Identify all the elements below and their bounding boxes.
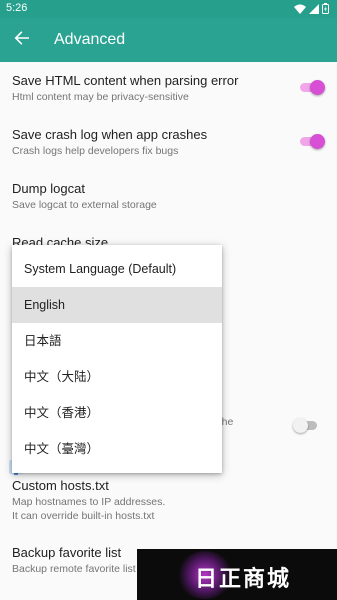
setting-title: Save crash log when app crashes	[12, 127, 208, 142]
setting-summary: Map hostnames to IP addresses.	[12, 496, 166, 508]
setting-summary: Crash logs help developers fix bugs	[12, 145, 179, 157]
language-option-japanese[interactable]: 日本語	[12, 323, 222, 359]
setting-summary: Html content may be privacy-sensitive	[12, 91, 189, 103]
save-crash-log-switch[interactable]	[298, 134, 325, 149]
language-option-chinese-hongkong[interactable]: 中文（香港）	[12, 395, 222, 431]
obscured-setting-switch[interactable]	[293, 418, 319, 433]
back-button[interactable]	[6, 24, 38, 56]
battery-icon	[322, 3, 329, 14]
setting-title: Save HTML content when parsing error	[12, 73, 239, 88]
setting-dump-logcat[interactable]: Dump logcat Save logcat to external stor…	[12, 181, 312, 212]
setting-save-crash-log[interactable]: Save crash log when app crashes Crash lo…	[12, 127, 312, 158]
cellular-icon	[309, 3, 319, 14]
save-html-switch[interactable]	[298, 80, 325, 95]
page-title: Advanced	[54, 31, 126, 48]
setting-summary: Save logcat to external storage	[12, 199, 157, 211]
setting-title: Dump logcat	[12, 181, 85, 196]
arrow-back-icon	[14, 30, 30, 51]
switch-thumb	[310, 134, 325, 149]
wifi-icon	[294, 4, 306, 14]
language-option-system[interactable]: System Language (Default)	[12, 251, 222, 287]
setting-title: Custom hosts.txt	[12, 478, 109, 493]
switch-thumb	[310, 80, 325, 95]
setting-save-html[interactable]: Save HTML content when parsing error Htm…	[12, 73, 312, 104]
setting-summary-line2: It can override built-in hosts.txt	[12, 510, 155, 522]
language-option-chinese-mainland[interactable]: 中文（大陆）	[12, 359, 222, 395]
logo-text: 日正商城	[195, 567, 292, 592]
status-icons	[294, 3, 329, 14]
switch-thumb	[293, 418, 308, 433]
language-dropdown-menu: System Language (Default) English 日本語 中文…	[12, 245, 222, 473]
watermark-logo: 日正商城	[137, 549, 337, 600]
status-time: 5:26	[6, 2, 28, 14]
status-bar: 5:26	[0, 0, 337, 18]
language-option-chinese-taiwan[interactable]: 中文（臺灣）	[12, 431, 222, 467]
app-bar: Advanced	[0, 18, 337, 62]
language-option-english[interactable]: English	[12, 287, 222, 323]
setting-custom-hosts[interactable]: Custom hosts.txt Map hostnames to IP add…	[12, 478, 312, 523]
